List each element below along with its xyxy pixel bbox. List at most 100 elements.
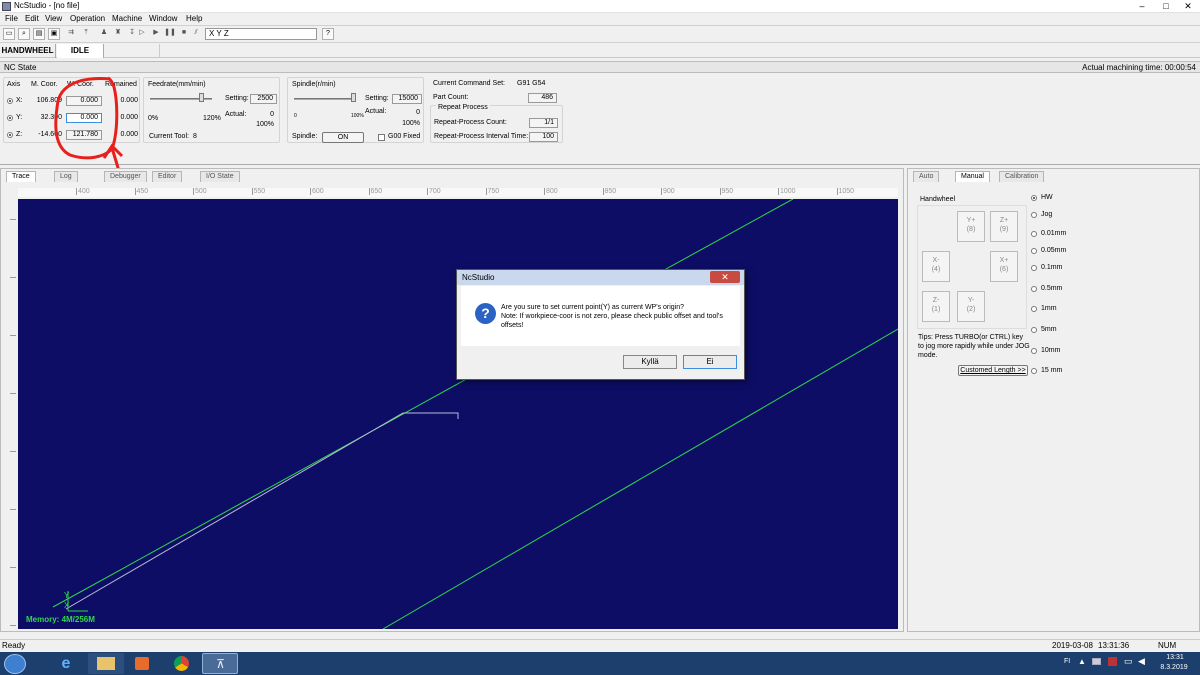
internet-explorer-icon[interactable]: e [48, 653, 84, 674]
ruler-tick: 950 [719, 188, 734, 195]
close-button[interactable]: ✕ [1176, 0, 1200, 12]
jog-z-minus-button[interactable]: Z- (1) [922, 291, 950, 322]
tool-icon[interactable]: ♟ [98, 28, 110, 40]
tab-io-state[interactable]: I/O State [200, 171, 240, 182]
zoom-icon[interactable]: ⌕ [18, 28, 30, 40]
pause-icon[interactable]: ❚❚ [164, 28, 176, 40]
step-option-radio[interactable] [1031, 231, 1037, 237]
step-icon[interactable]: ⇉ [65, 28, 77, 40]
tab-calibration[interactable]: Calibration [999, 171, 1045, 182]
dialog-body: ? Are you sure to set current point(Y) a… [461, 286, 740, 346]
network-icon[interactable] [1092, 658, 1101, 665]
feedrate-percent: 100% [256, 121, 274, 128]
dialog-close-button[interactable]: ✕ [710, 271, 740, 283]
step-option-radio[interactable] [1031, 306, 1037, 312]
spindle-slider-thumb[interactable] [351, 93, 356, 102]
view-icon[interactable]: ▣ [48, 28, 60, 40]
axis-radio-z[interactable] [7, 132, 13, 138]
trace-view: Trace Log Debugger Editor I/O State 400 4… [0, 168, 904, 632]
stop-icon[interactable]: ■ [178, 28, 190, 40]
ruler-mark [10, 219, 16, 220]
tab-log[interactable]: Log [54, 171, 78, 182]
open-folder-icon[interactable]: ▭ [3, 28, 15, 40]
ruler-tick: 1000 [778, 188, 796, 195]
spindle-slider[interactable] [294, 98, 356, 100]
media-player-icon[interactable] [124, 653, 160, 674]
file-explorer-icon[interactable] [88, 653, 124, 674]
g00-checkbox[interactable] [378, 134, 385, 141]
dialog-yes-button[interactable]: Kyllä [623, 355, 677, 369]
dialog-line-2: Note: If workpiece-coor is not zero, ple… [501, 313, 723, 329]
feedrate-setting[interactable]: 2500 [250, 94, 277, 104]
reset-icon[interactable]: ⤒ [80, 28, 92, 40]
step-option-radio[interactable] [1031, 327, 1037, 333]
part-count[interactable]: 486 [528, 93, 557, 103]
step-option-radio[interactable] [1031, 265, 1037, 271]
ruler-mark [10, 277, 16, 278]
step-option-radio[interactable] [1031, 368, 1037, 374]
customed-length-button[interactable]: Customed Length >> [958, 365, 1028, 376]
home-icon[interactable]: ♜ [112, 28, 124, 40]
feedrate-setting-label: Setting: [225, 95, 249, 102]
tray-arrow-icon[interactable]: ▲ [1078, 657, 1086, 666]
repeat-count[interactable]: 1/1 [529, 118, 558, 128]
empty-segment [105, 44, 160, 58]
step-option-radio[interactable] [1031, 248, 1037, 254]
dialog-no-button[interactable]: Ei [683, 355, 737, 369]
jog-x-minus-button[interactable]: X- (4) [922, 251, 950, 282]
jog-z-plus-button[interactable]: Z+ (9) [990, 211, 1018, 242]
tab-auto[interactable]: Auto [913, 171, 940, 182]
step-option-radio[interactable] [1031, 286, 1037, 292]
menu-file[interactable]: File [5, 14, 18, 23]
spindle-setting-label: Setting: [365, 95, 389, 102]
trace-canvas[interactable]: Y X Memory: 4M/256M [18, 199, 898, 629]
axis-radio-y[interactable] [7, 115, 13, 121]
play-icon[interactable]: ▷ [136, 28, 148, 40]
step-option-label: 5mm [1041, 326, 1057, 333]
step-option-radio[interactable] [1031, 195, 1037, 201]
spindle-min: 0 [294, 113, 297, 119]
ncstudio-taskbar-icon[interactable]: ⊼ [202, 653, 238, 674]
axis-radio-x[interactable] [7, 98, 13, 104]
menu-edit[interactable]: Edit [25, 14, 39, 23]
clock-time[interactable]: 13:31 [1160, 654, 1190, 661]
jog-y-plus-button[interactable]: Y+ (8) [957, 211, 985, 242]
menu-view[interactable]: View [45, 14, 62, 23]
feedrate-actual-label: Actual: [225, 111, 247, 118]
step-option-radio[interactable] [1031, 348, 1037, 354]
tab-editor[interactable]: Editor [152, 171, 183, 182]
menu-bar: File Edit View Operation Machine Window … [0, 13, 1200, 25]
minimize-button[interactable]: – [1130, 0, 1154, 12]
help-icon[interactable]: ? [322, 28, 334, 40]
spindle-on-button[interactable]: ON [322, 132, 364, 143]
start-button-icon[interactable] [4, 654, 26, 674]
horizontal-ruler: 400 450 500 550 600 650 700 750 800 850 900 950 1000… [18, 188, 898, 197]
menu-machine[interactable]: Machine [112, 14, 142, 23]
spindle-setting[interactable]: 15000 [392, 94, 422, 104]
language-indicator[interactable]: FI [1064, 658, 1070, 665]
repeat-interval[interactable]: 100 [529, 132, 558, 142]
volume-icon[interactable]: ◀ [1138, 656, 1145, 667]
maximize-button[interactable]: □ [1154, 0, 1178, 12]
tab-trace[interactable]: Trace [6, 171, 36, 182]
step-option-radio[interactable] [1031, 212, 1037, 218]
menu-window[interactable]: Window [149, 14, 177, 23]
control-panel: Auto Manual Calibration Handwheel Y+ (8) … [907, 168, 1200, 632]
menu-help[interactable]: Help [186, 14, 202, 23]
flag-icon[interactable] [1108, 657, 1117, 666]
tab-debugger[interactable]: Debugger [104, 171, 147, 182]
clock-date[interactable]: 8.3.2019 [1156, 664, 1192, 671]
repeat-interval-label: Repeat-Process Interval Time: [434, 133, 529, 140]
jog-x-plus-button[interactable]: X+ (6) [990, 251, 1018, 282]
tab-manual[interactable]: Manual [955, 171, 990, 182]
window-icon[interactable]: ▤ [33, 28, 45, 40]
jog-y-minus-button[interactable]: Y- (2) [957, 291, 985, 322]
monitor-icon[interactable]: ▭ [1124, 656, 1133, 667]
coordinate-input[interactable]: X Y Z [205, 28, 317, 40]
menu-operation[interactable]: Operation [70, 14, 105, 23]
play-step-icon[interactable]: ▶ [150, 28, 162, 40]
chrome-icon[interactable] [164, 653, 200, 674]
ruler-tick: 650 [368, 188, 383, 195]
slash-icon[interactable]: ⫽ [190, 28, 202, 40]
feedrate-slider-thumb[interactable] [199, 93, 205, 102]
